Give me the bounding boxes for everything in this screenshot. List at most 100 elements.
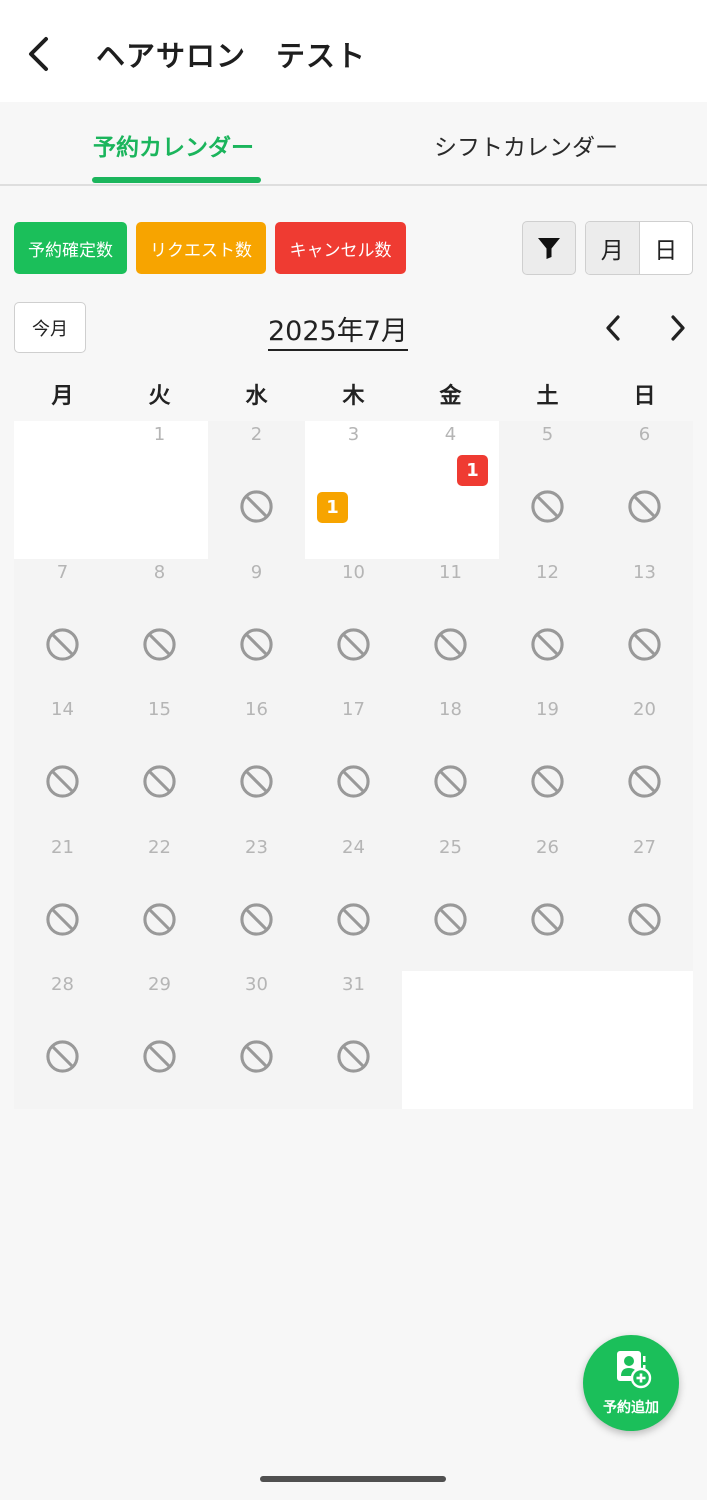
- closed-day-icon: [45, 1039, 80, 1074]
- tab-bar: 予約カレンダー シフトカレンダー: [0, 102, 707, 186]
- view-day-button[interactable]: 日: [640, 222, 693, 274]
- filter-button[interactable]: [522, 221, 576, 275]
- closed-day-icon: [433, 627, 468, 662]
- calendar-day-cell: 9: [208, 558, 305, 697]
- calendar-blank-cell: [499, 971, 596, 1109]
- closed-day-icon: [45, 627, 80, 662]
- day-number: 22: [148, 836, 171, 858]
- day-number: 4: [444, 424, 457, 445]
- closed-day-icon: [433, 764, 468, 799]
- day-number: 13: [633, 561, 656, 583]
- calendar-day-cell: 18: [402, 696, 499, 834]
- calendar-blank-cell: [596, 971, 693, 1109]
- calendar-day-cell: 6: [596, 421, 693, 559]
- calendar-day-cell: 28: [14, 971, 111, 1109]
- day-number: 20: [633, 699, 656, 721]
- day-number: 27: [633, 836, 656, 858]
- day-number: 30: [245, 974, 268, 996]
- day-number: 2: [250, 424, 263, 445]
- add-reservation-icon: [617, 1351, 652, 1389]
- calendar-day-cell: 25: [402, 833, 499, 972]
- day-number: 21: [51, 836, 74, 858]
- closed-day-icon: [142, 1039, 177, 1074]
- day-number: 28: [51, 974, 74, 996]
- add-reservation-button[interactable]: 予約追加: [583, 1335, 679, 1431]
- calendar-day-cell: 27: [596, 833, 693, 972]
- chevron-left-icon[interactable]: [22, 34, 56, 74]
- day-number: 31: [342, 974, 365, 996]
- calendar-day-cell: 10: [305, 558, 402, 697]
- closed-day-icon: [530, 764, 565, 799]
- calendar-day-cell: 2: [208, 421, 305, 559]
- closed-day-icon: [627, 902, 662, 937]
- weekday-label: 月: [51, 384, 74, 409]
- calendar-day-cell: 15: [111, 696, 208, 834]
- day-number: 11: [439, 561, 462, 583]
- day-number: 1: [153, 424, 166, 445]
- day-number: 5: [541, 424, 554, 445]
- calendar-day-cell: 24: [305, 833, 402, 972]
- closed-day-icon: [433, 902, 468, 937]
- day-number: 6: [638, 424, 651, 445]
- day-number: 17: [342, 699, 365, 721]
- calendar-day-cell: 23: [208, 833, 305, 972]
- day-number: 24: [342, 836, 365, 858]
- weekday-header-row: 月 火 水 木 金 土 日: [14, 378, 693, 418]
- prev-month-icon[interactable]: [598, 310, 628, 346]
- weekday-label: 日: [633, 384, 656, 409]
- day-number: 23: [245, 836, 268, 858]
- calendar-day-cell: 29: [111, 971, 208, 1109]
- current-month-label[interactable]: 2025年7月: [268, 309, 408, 351]
- calendar-day-cell: 21: [14, 833, 111, 972]
- day-number: 29: [148, 974, 171, 996]
- calendar-day-cell: 30: [208, 971, 305, 1109]
- calendar-day-cell: 26: [499, 833, 596, 972]
- day-number: 8: [153, 561, 166, 583]
- calendar-grid: 1123141567891011121314151617181920212223…: [14, 421, 693, 1109]
- closed-day-icon: [239, 764, 274, 799]
- calendar-day-cell: 5: [499, 421, 596, 559]
- tab-reservation-calendar[interactable]: 予約カレンダー: [93, 128, 254, 162]
- closed-day-icon: [336, 1039, 371, 1074]
- calendar-day-cell: 13: [596, 558, 693, 697]
- weekday-label: 木: [342, 384, 365, 409]
- legend-confirmed: 予約確定数: [14, 222, 127, 274]
- closed-day-icon: [239, 1039, 274, 1074]
- cancel-count-badge[interactable]: 1: [457, 455, 488, 486]
- view-month-button[interactable]: 月: [586, 222, 640, 274]
- view-toggle: 月 日: [585, 221, 693, 275]
- day-number: 14: [51, 699, 74, 721]
- closed-day-icon: [530, 627, 565, 662]
- request-count-badge[interactable]: 1: [317, 492, 348, 523]
- calendar-day-cell[interactable]: 31: [305, 421, 402, 559]
- page-title: ヘアサロン テスト: [96, 39, 367, 73]
- closed-day-icon: [142, 764, 177, 799]
- day-number: 10: [342, 561, 365, 583]
- weekday-label: 火: [148, 384, 171, 409]
- this-month-button[interactable]: 今月: [14, 302, 86, 353]
- home-indicator: [260, 1476, 446, 1482]
- calendar-day-cell: 31: [305, 971, 402, 1109]
- legend-cancel: キャンセル数: [275, 222, 406, 274]
- legend-request: リクエスト数: [136, 222, 266, 274]
- calendar-day-cell: 22: [111, 833, 208, 972]
- day-number: 3: [347, 424, 360, 445]
- next-month-icon[interactable]: [663, 310, 693, 346]
- day-number: 16: [245, 699, 268, 721]
- calendar-blank-cell: [14, 421, 111, 559]
- closed-day-icon: [239, 627, 274, 662]
- calendar-day-cell: 17: [305, 696, 402, 834]
- tab-shift-calendar[interactable]: シフトカレンダー: [434, 128, 618, 162]
- closed-day-icon: [45, 902, 80, 937]
- active-tab-indicator: [92, 177, 261, 183]
- closed-day-icon: [627, 627, 662, 662]
- calendar-day-cell: 8: [111, 558, 208, 697]
- closed-day-icon: [239, 489, 274, 524]
- day-number: 25: [439, 836, 462, 858]
- closed-day-icon: [530, 489, 565, 524]
- calendar-day-cell: 12: [499, 558, 596, 697]
- calendar-day-cell[interactable]: 41: [402, 421, 499, 559]
- calendar-day-cell[interactable]: 11: [111, 421, 251, 559]
- calendar-blank-cell: [402, 971, 499, 1109]
- closed-day-icon: [142, 627, 177, 662]
